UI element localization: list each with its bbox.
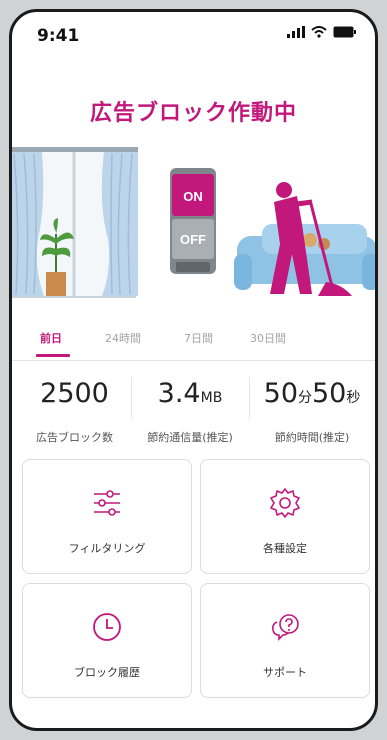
wifi-icon <box>311 26 327 38</box>
history-label: ブロック履歴 <box>74 666 140 679</box>
tab-24-hours[interactable]: 24時間 <box>105 330 141 346</box>
data-saved-label: 節約通信量(推定) <box>147 431 233 444</box>
support-button[interactable]: サポート <box>200 583 370 698</box>
time-saved-label: 節約時間(推定) <box>274 431 350 444</box>
chat-question-icon <box>201 610 369 644</box>
history-button[interactable]: ブロック履歴 <box>22 583 192 698</box>
sliders-icon <box>23 486 191 520</box>
minutes-unit: 分 <box>298 390 312 406</box>
status-bar: 9:41 <box>12 12 375 54</box>
filtering-button[interactable]: フィルタリング <box>22 459 192 574</box>
time-saved-value: 50分50秒 <box>253 378 371 409</box>
phone-frame: 9:41 広告ブロック作動中 ON OFF 前日 24時間 7日間 30日間 2… <box>9 9 378 731</box>
stat-divider <box>249 377 250 419</box>
battery-icon <box>333 26 356 38</box>
stat-blocks: 2500 広告ブロック数 <box>22 362 127 452</box>
clock-icon <box>23 610 191 644</box>
support-label: サポート <box>263 666 307 679</box>
status-icons <box>287 26 357 38</box>
tab-7-days[interactable]: 7日間 <box>184 330 213 346</box>
signal-icon <box>287 26 305 38</box>
tab-previous-day[interactable]: 前日 <box>40 330 62 346</box>
time-saved-seconds: 50 <box>312 378 347 409</box>
stat-divider <box>131 377 132 419</box>
stat-time-saved: 50分50秒 節約時間(推定) <box>253 362 371 452</box>
page-title: 広告ブロック作動中 <box>89 101 297 126</box>
status-time: 9:41 <box>37 26 80 46</box>
blocks-value: 2500 <box>40 378 109 409</box>
filtering-label: フィルタリング <box>68 542 146 555</box>
seconds-unit: 秒 <box>346 390 361 406</box>
data-saved-unit: MB <box>200 390 223 406</box>
active-tab-indicator <box>36 354 70 357</box>
window-switch-cleaning-image: ON OFF <box>12 147 375 298</box>
gear-icon <box>201 486 369 520</box>
period-tabs: 前日 24時間 7日間 30日間 <box>12 330 375 361</box>
switch-on-label: ON <box>183 189 203 204</box>
stats-row: 2500 広告ブロック数 3.4MB 節約通信量(推定) 50分50秒 節約時間… <box>12 362 375 452</box>
data-saved-number: 3.4 <box>157 378 201 409</box>
tab-30-days[interactable]: 30日間 <box>250 330 286 346</box>
time-saved-minutes: 50 <box>263 378 298 409</box>
settings-button[interactable]: 各種設定 <box>200 459 370 574</box>
switch-off-label: OFF <box>180 232 206 247</box>
ad-block-illustration: ON OFF <box>12 144 375 304</box>
data-saved-value: 3.4MB <box>135 378 245 409</box>
settings-label: 各種設定 <box>263 542 307 555</box>
blocks-label: 広告ブロック数 <box>36 431 113 444</box>
stat-data-saved: 3.4MB 節約通信量(推定) <box>135 362 245 452</box>
